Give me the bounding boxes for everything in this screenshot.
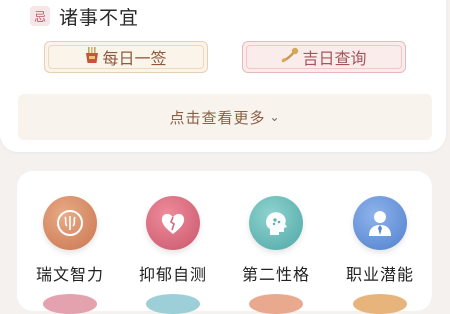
next-row-icon xyxy=(353,294,407,314)
businessman-icon xyxy=(353,196,407,250)
tool-label: 第二性格 xyxy=(241,265,310,284)
tool-depression-test[interactable]: 抑郁自测 xyxy=(133,196,213,285)
view-more-button[interactable]: 点击查看更多 ⌄ xyxy=(18,94,432,140)
daily-sign-label: 每日一签 xyxy=(102,49,167,68)
next-row-icon xyxy=(249,294,303,314)
broken-heart-icon xyxy=(146,196,200,250)
ruyi-icon xyxy=(281,47,299,67)
tool-career-potential[interactable]: 职业潜能 xyxy=(340,196,420,285)
personality-head-icon xyxy=(249,196,303,250)
tool-second-personality[interactable]: 第二性格 xyxy=(236,196,316,285)
next-row-icon xyxy=(146,294,200,314)
avoid-text: 诸事不宜 xyxy=(59,6,140,29)
avoid-badge: 忌 xyxy=(30,6,50,26)
lucky-day-button[interactable]: 吉日查询 xyxy=(242,41,406,73)
tool-label: 职业潜能 xyxy=(345,265,414,284)
view-more-label: 点击查看更多 xyxy=(169,108,266,127)
fortune-sticks-icon xyxy=(85,47,99,67)
daily-sign-button[interactable]: 每日一签 xyxy=(44,41,208,73)
tool-label: 瑞文智力 xyxy=(35,265,104,284)
brain-icon xyxy=(43,196,97,250)
chevron-down-icon: ⌄ xyxy=(269,110,281,124)
tool-raven-iq[interactable]: 瑞文智力 xyxy=(30,196,110,285)
next-row-icon xyxy=(43,294,97,314)
tool-label: 抑郁自测 xyxy=(138,265,207,284)
lucky-day-label: 吉日查询 xyxy=(302,49,367,68)
avoid-row: 忌 诸事不宜 xyxy=(30,5,140,29)
